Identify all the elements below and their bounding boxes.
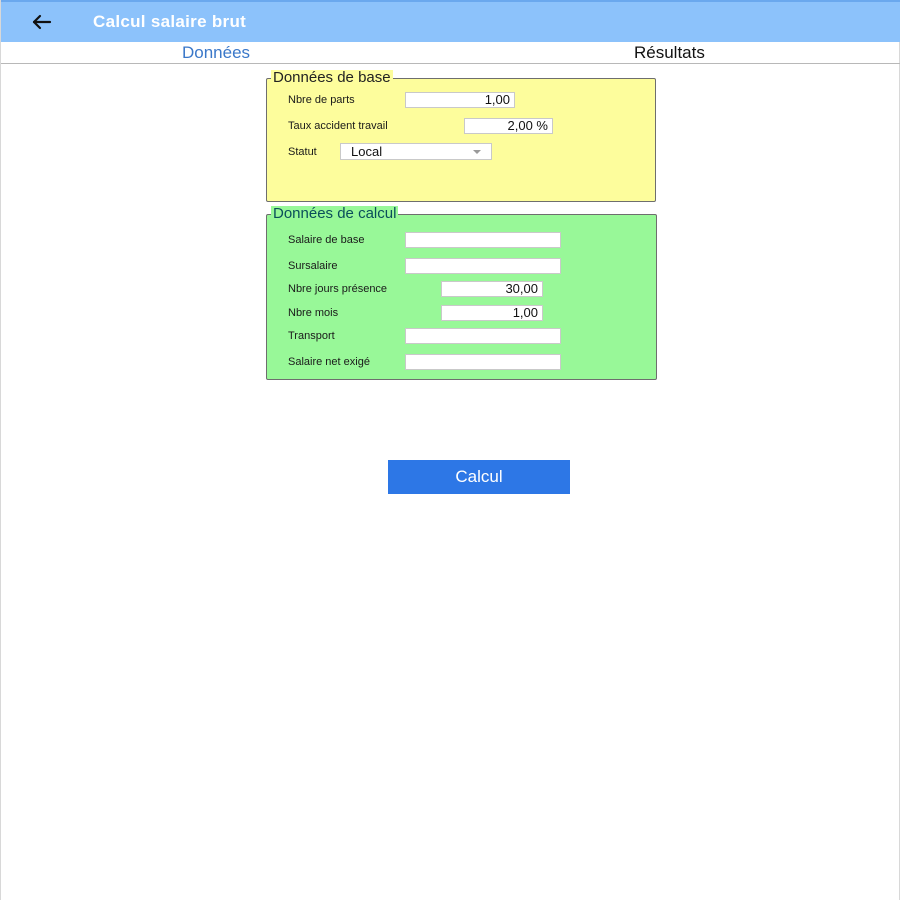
- calcul-button[interactable]: Calcul: [388, 460, 570, 494]
- page-title: Calcul salaire brut: [93, 12, 247, 31]
- transport-input[interactable]: [405, 328, 561, 344]
- transport-label: Transport: [288, 330, 335, 342]
- sursalaire-input[interactable]: [405, 258, 561, 274]
- statut-label: Statut: [288, 146, 317, 158]
- accident-rate-label: Taux accident travail: [288, 120, 388, 132]
- nbre-mois-label: Nbre mois: [288, 307, 339, 319]
- arrow-left-icon: [27, 8, 57, 36]
- app-window: Calcul salaire brut Données Résultats Do…: [0, 0, 900, 900]
- sursalaire-label: Sursalaire: [288, 260, 338, 272]
- statut-selected-value: Local: [351, 144, 383, 159]
- salaire-base-label: Salaire de base: [288, 234, 365, 246]
- back-button[interactable]: [27, 8, 57, 36]
- jours-presence-label: Nbre jours présence: [288, 283, 388, 295]
- tab-donnees[interactable]: Données: [182, 43, 250, 63]
- calc-data-title: Données de calcul: [271, 205, 399, 222]
- tab-bar: Données Résultats: [1, 42, 900, 64]
- salaire-net-label: Salaire net exigé: [288, 356, 370, 368]
- statut-select[interactable]: Local: [340, 143, 492, 160]
- base-data-group: Données de base Nbre de parts 1,00 Taux …: [266, 70, 656, 202]
- nbre-mois-input[interactable]: 1,00: [441, 305, 543, 321]
- app-bar: Calcul salaire brut: [1, 0, 900, 42]
- salaire-base-input[interactable]: [405, 232, 561, 248]
- tab-resultats[interactable]: Résultats: [634, 43, 705, 63]
- calc-data-group: Données de calcul Salaire de base Sursal…: [266, 206, 657, 380]
- parts-input[interactable]: 1,00: [405, 92, 515, 108]
- accident-rate-input[interactable]: 2,00 %: [464, 118, 553, 134]
- chevron-down-icon: [473, 150, 481, 154]
- base-data-title: Données de base: [271, 69, 393, 86]
- salaire-net-input[interactable]: [405, 354, 561, 370]
- jours-presence-input[interactable]: 30,00: [441, 281, 543, 297]
- parts-label: Nbre de parts: [288, 94, 355, 106]
